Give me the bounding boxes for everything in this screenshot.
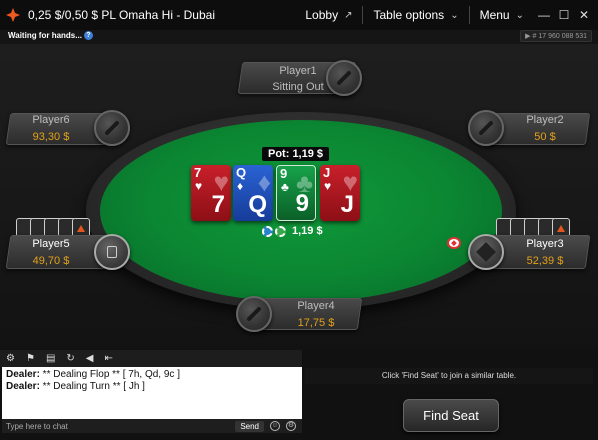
player-name: Player5 (32, 238, 70, 250)
chat-input-row: Send ☺ ⚙ (2, 419, 302, 433)
diamond-icon: ♦ (237, 179, 244, 193)
chat-line: Dealer: ** Dealing Turn ** [ Jh ] (6, 381, 298, 393)
find-seat-button[interactable]: Find Seat (403, 399, 499, 432)
flag-icon[interactable]: ⚑ (26, 353, 35, 364)
chat-log: Dealer: ** Dealing Flop ** [ 7h, Qd, 9c … (2, 367, 302, 419)
help-icon[interactable]: ? (83, 31, 93, 41)
menu-button[interactable]: Menu ⌄ (470, 0, 534, 30)
hand-id-label: # 17 960 088 531 (532, 33, 588, 40)
status-text: Waiting for hands...? (8, 31, 93, 41)
player-name: Player4 (297, 300, 335, 312)
seat-player1[interactable]: Player1 Sitting Out (237, 60, 362, 96)
bottom-panel: ⚙ ⚑ ▤ ↻ ◀ ⇤ Dealer: ** Dealing Flop ** [… (0, 350, 598, 440)
diamond-icon (476, 242, 496, 262)
board-card: Q ♦ ♦ Q (233, 165, 273, 221)
menu-label: Menu (479, 8, 510, 22)
pot-chips: 1,19 $ (262, 224, 323, 238)
card-rank: Q (236, 165, 247, 180)
heart-icon: ♥ (324, 179, 332, 193)
lobby-label: Lobby (305, 8, 339, 22)
notes-icon[interactable]: ▤ (46, 353, 55, 364)
info-message: Click 'Find Seat' to join a similar tabl… (305, 368, 593, 384)
settings-gear-icon[interactable]: ⚙ (6, 353, 15, 364)
card-rank-large: J (340, 191, 354, 218)
board-card: 7 ♥ ♥ 7 (191, 165, 231, 221)
chat-line: Dealer: ** Dealing Flop ** [ 7h, Qd, 9c … (6, 369, 298, 381)
player-stack: 52,39 $ (526, 255, 564, 267)
player-name: Player2 (526, 114, 564, 126)
replay-icon[interactable]: ↻ (66, 353, 74, 364)
poker-window: 0,25 $/0,50 $ PL Omaha Hi - Dubai Lobby … (0, 0, 598, 440)
seat-player5[interactable]: Player5 49,70 $ (5, 233, 132, 271)
card-rank-large: Q (248, 191, 267, 218)
player-name: Player6 (32, 114, 70, 126)
send-button[interactable]: Send (235, 420, 264, 432)
chat-toolbar: ⚙ ⚑ ▤ ↻ ◀ ⇤ (0, 350, 302, 367)
player-stack: 49,70 $ (32, 255, 70, 267)
chat-speaker: Dealer: (6, 369, 40, 380)
board-card: 9 ♣ ♣ 9 (276, 165, 316, 221)
chip-icon (275, 225, 286, 237)
player-stack: 50 $ (534, 131, 556, 143)
minimize-button[interactable]: — (534, 0, 554, 30)
seat-player3[interactable]: Player3 52,39 $ (466, 233, 592, 271)
avatar (468, 110, 504, 146)
brand-mark-icon (557, 225, 565, 232)
info-bar: Waiting for hands...? ▶ # 17 960 088 531 (0, 30, 598, 44)
player-stack: 93,30 $ (32, 131, 70, 143)
close-button[interactable]: ✕ (574, 0, 594, 30)
avatar (94, 234, 130, 270)
seat-player4[interactable]: Player4 17,75 $ (236, 296, 364, 334)
external-link-icon: ↗ (344, 9, 353, 21)
seat-player6[interactable]: Player6 93,30 $ (5, 110, 132, 147)
sound-icon[interactable]: ◀ (86, 353, 94, 364)
brand-logo-icon (6, 8, 20, 22)
title-bar: 0,25 $/0,50 $ PL Omaha Hi - Dubai Lobby … (0, 0, 598, 30)
card-rank: 9 (280, 166, 288, 181)
emoji-icon[interactable]: ☺ (270, 421, 280, 431)
player-stack: 17,75 $ (297, 317, 335, 329)
chat-text: ** Dealing Flop ** [ 7h, Qd, 9c ] (39, 369, 180, 380)
window-title: 0,25 $/0,50 $ PL Omaha Hi - Dubai (28, 8, 215, 22)
card-rank: 7 (194, 165, 202, 180)
avatar (326, 60, 362, 96)
player-name: Player3 (526, 238, 564, 250)
brand-mark-icon (77, 225, 85, 232)
table-options-label: Table options (373, 8, 445, 22)
lobby-button[interactable]: Lobby ↗ (295, 0, 362, 30)
board-card: J ♥ ♥ J (320, 165, 360, 221)
avatar (236, 296, 272, 332)
seat-player2[interactable]: Player2 50 $ (466, 110, 592, 147)
chat-speaker: Dealer: (6, 381, 40, 392)
chevron-down-icon: ⌄ (450, 9, 459, 21)
avatar (468, 234, 504, 270)
chat-input[interactable] (2, 420, 236, 432)
dealer-button-icon: ◆ (447, 237, 461, 249)
avatar (94, 110, 130, 146)
heart-icon: ♥ (195, 179, 203, 193)
chat-settings-icon[interactable]: ⚙ (286, 421, 296, 431)
pot-total: Pot: 1,19 $ (262, 147, 330, 161)
chip-icon (262, 225, 273, 237)
table-options-button[interactable]: Table options ⌄ (363, 0, 468, 30)
card-rank: J (323, 165, 331, 180)
book-icon (107, 246, 117, 258)
exit-icon[interactable]: ⇤ (104, 353, 112, 364)
play-icon: ▶ (525, 33, 533, 40)
card-rank-large: 9 (295, 190, 309, 217)
chevron-down-icon: ⌄ (515, 9, 524, 21)
chat-text: ** Dealing Turn ** [ Jh ] (39, 381, 145, 392)
status-label: Waiting for hands... (8, 31, 82, 40)
card-rank-large: 7 (211, 191, 225, 218)
maximize-button[interactable]: ☐ (554, 0, 574, 30)
club-icon: ♣ (281, 180, 289, 194)
pot-chips-amount: 1,19 $ (292, 225, 323, 237)
hand-id[interactable]: ▶ # 17 960 088 531 (520, 30, 592, 42)
